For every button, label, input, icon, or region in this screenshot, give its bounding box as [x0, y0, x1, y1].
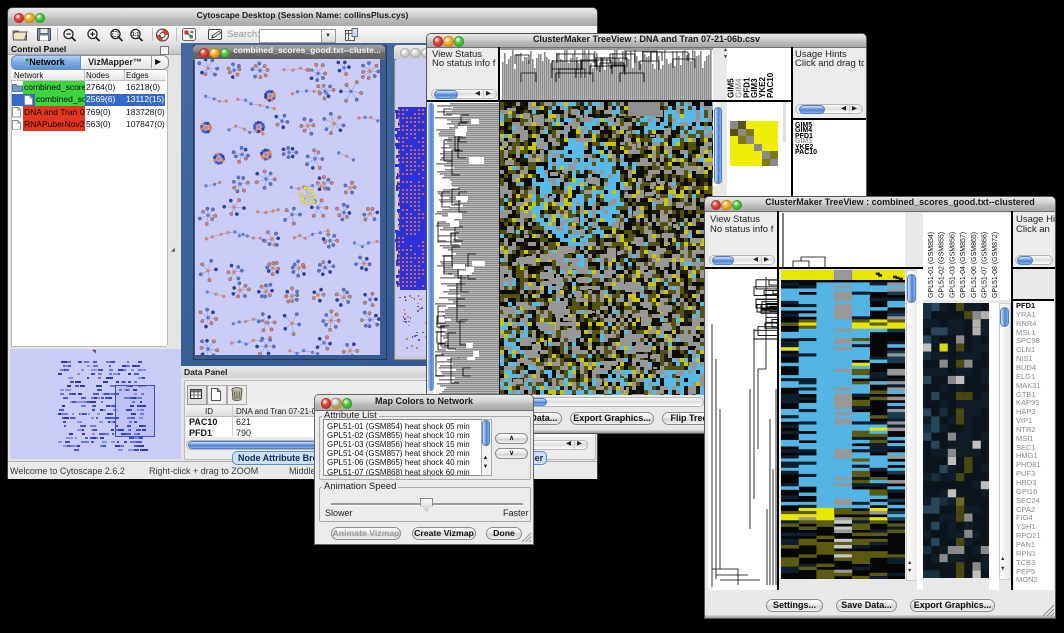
svg-text:GPL51-01 (GSM854): GPL51-01 (GSM854): [928, 232, 935, 298]
svg-text:GPL51-02 (GSM855): GPL51-02 (GSM855): [939, 232, 946, 298]
svg-text:PAC10: PAC10: [766, 72, 775, 98]
svg-text:GPL51-07 (GSM868): GPL51-07 (GSM868): [982, 232, 989, 298]
svg-text:GPL51-03 (GSM856): GPL51-03 (GSM856): [949, 232, 956, 298]
svg-text:GPL51-06 (GSM865): GPL51-06 (GSM865): [971, 232, 978, 298]
svg-text:GPL51-08 (GSM872): GPL51-08 (GSM872): [992, 232, 999, 298]
svg-text:1:1: 1:1: [132, 32, 139, 38]
svg-text:GPL51-04 (GSM857): GPL51-04 (GSM857): [960, 232, 967, 298]
